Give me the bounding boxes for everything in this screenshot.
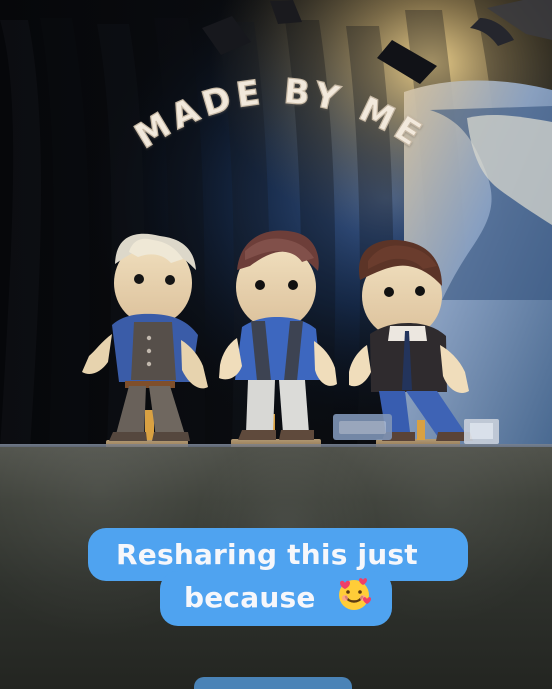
story-frame: MADE BY ME Resharing this just because [0,0,552,689]
stage-surface [0,447,552,689]
bottom-blue-object [194,677,352,689]
